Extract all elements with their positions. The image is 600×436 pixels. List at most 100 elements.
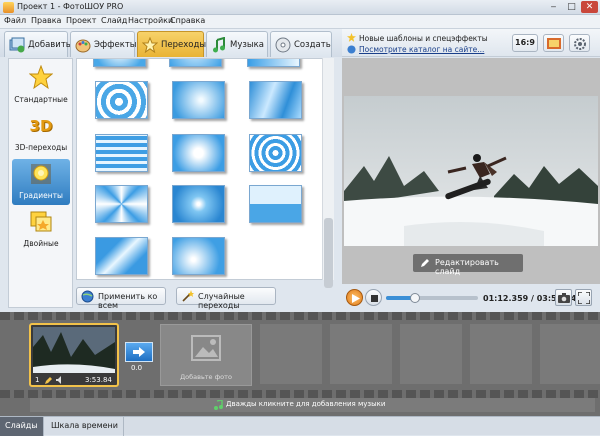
settings-button[interactable] — [569, 34, 590, 52]
category-gradients[interactable]: Градиенты — [12, 159, 70, 205]
gradient-bulb-icon — [31, 164, 51, 184]
minimize-button[interactable]: ‒ — [545, 1, 562, 13]
tab-add[interactable]: Добавить — [4, 31, 71, 57]
category-double-label: Двойные — [23, 239, 59, 248]
film-strip-top — [0, 312, 600, 320]
tab-timeline[interactable]: Шкала времени — [46, 417, 124, 436]
snapshot-button[interactable] — [555, 289, 572, 306]
maximize-button[interactable]: □ — [563, 1, 580, 13]
play-button[interactable] — [346, 289, 363, 306]
edit-slide-button[interactable]: Редактировать слайд — [413, 254, 523, 276]
speaker-icon[interactable] — [56, 376, 64, 384]
player-controls: 01:12.359 / 03:53.840 — [342, 284, 600, 312]
globe-icon — [347, 45, 356, 54]
transition-thumb[interactable] — [172, 237, 225, 275]
image-icon — [191, 335, 221, 361]
slide-duration: 3:53.84 — [85, 376, 112, 384]
slide-thumbnail — [33, 327, 115, 373]
slide-number: 1 — [35, 376, 40, 384]
category-double[interactable]: Двойные — [12, 207, 70, 253]
stop-button[interactable] — [365, 289, 382, 306]
film-strip-bottom — [0, 390, 600, 398]
star-icon — [347, 33, 356, 42]
menu-edit[interactable]: Правка — [31, 16, 61, 25]
menu-settings[interactable]: Настройки — [128, 16, 173, 25]
category-standard[interactable]: Стандартные — [12, 63, 70, 109]
aspect-ratio-button[interactable]: 16:9 — [512, 34, 538, 52]
transition-thumb[interactable] — [95, 237, 148, 275]
transition-thumb[interactable] — [93, 59, 146, 67]
app-icon — [3, 2, 14, 13]
transition-thumb[interactable] — [172, 185, 225, 223]
fullscreen-button[interactable] — [575, 289, 592, 306]
gear-icon — [574, 38, 586, 50]
add-photo-label: Добавьте фото — [180, 373, 232, 381]
transition-thumb[interactable] — [95, 185, 148, 223]
fullscreen-icon — [578, 292, 590, 304]
tab-effects[interactable]: Эффекты — [70, 31, 137, 57]
transition-thumb[interactable] — [172, 81, 225, 119]
seek-bar[interactable] — [386, 293, 478, 303]
preview-toolbar: Новые шаблоны и спецэффекты Посмотрите к… — [342, 29, 600, 57]
category-3d-label: 3D-переходы — [14, 143, 68, 152]
window-title: Проект 1 - ФотоШОУ PRO — [17, 2, 124, 11]
pencil-icon[interactable] — [45, 376, 53, 384]
tab-create-label: Создать — [294, 40, 331, 50]
pencil-icon — [421, 259, 429, 267]
transition-duration: 0.0 — [131, 364, 143, 372]
menu-bar: Файл Правка Проект Слайд Настройки Справ… — [0, 15, 600, 29]
empty-slots — [260, 324, 600, 384]
tab-transitions-label: Переходы — [161, 40, 207, 50]
add-photo-slot[interactable]: Добавьте фото — [160, 324, 252, 386]
music-note-icon — [213, 37, 225, 53]
new-templates-link[interactable]: Новые шаблоны и спецэффекты — [359, 34, 488, 43]
grid-scrollbar[interactable] — [322, 58, 334, 288]
random-transitions-button[interactable]: Случайные переходы — [176, 287, 276, 310]
main-tabs: Добавить Эффекты Переходы Музыка Создать — [0, 29, 342, 57]
transition-grid — [76, 58, 334, 280]
category-gradients-label: Градиенты — [19, 191, 63, 200]
menu-help[interactable]: Справка — [170, 16, 205, 25]
transition-marker[interactable] — [125, 342, 153, 362]
tab-add-label: Добавить — [28, 40, 71, 50]
transition-thumb[interactable] — [247, 59, 300, 67]
music-hint: Дважды кликните для добавления музыки — [226, 400, 386, 408]
tab-transitions[interactable]: Переходы — [137, 31, 207, 57]
theme-button[interactable] — [543, 34, 564, 52]
tab-slides[interactable]: Слайды — [0, 417, 44, 436]
scroll-thumb[interactable] — [324, 218, 333, 288]
transition-thumb[interactable] — [95, 81, 148, 119]
menu-project[interactable]: Проект — [66, 16, 96, 25]
seek-handle[interactable] — [409, 293, 420, 303]
edit-slide-label: Редактировать слайд — [435, 258, 499, 276]
transition-categories: Стандартные 3D 3D-переходы Градиенты Дво… — [8, 58, 73, 308]
music-track[interactable]: Дважды кликните для добавления музыки — [30, 398, 595, 412]
tab-create[interactable]: Создать — [270, 31, 332, 57]
menu-slide[interactable]: Слайд — [101, 16, 127, 25]
catalog-link[interactable]: Посмотрите каталог на сайте... — [359, 45, 484, 54]
slide-card[interactable]: 1 3:53.84 — [29, 323, 119, 387]
music-note-icon — [214, 400, 223, 410]
camera-icon — [558, 293, 570, 303]
3d-icon: 3D — [29, 117, 53, 135]
disc-icon — [275, 37, 291, 53]
transition-thumb[interactable] — [169, 59, 222, 67]
menu-file[interactable]: Файл — [4, 16, 26, 25]
double-icon — [30, 211, 52, 232]
close-button[interactable]: ✕ — [581, 1, 598, 13]
view-tabs: Слайды Шкала времени — [0, 416, 600, 436]
add-photos-icon — [9, 37, 25, 53]
tab-music[interactable]: Музыка — [206, 31, 268, 57]
play-icon — [352, 294, 360, 303]
transition-thumb[interactable] — [249, 81, 302, 119]
transition-thumb[interactable] — [249, 134, 302, 172]
transition-thumb[interactable] — [95, 134, 148, 172]
globe-icon — [81, 290, 94, 303]
category-standard-label: Стандартные — [14, 95, 68, 104]
apply-to-all-button[interactable]: Применить ко всем — [76, 287, 166, 310]
tab-music-label: Музыка — [230, 40, 264, 50]
category-3d[interactable]: 3D 3D-переходы — [12, 111, 70, 157]
transition-thumb[interactable] — [172, 134, 225, 172]
transition-thumb[interactable] — [249, 185, 302, 223]
slide-timeline: 1 3:53.84 0.0 Добавьте фото Дважды кликн… — [0, 312, 600, 416]
